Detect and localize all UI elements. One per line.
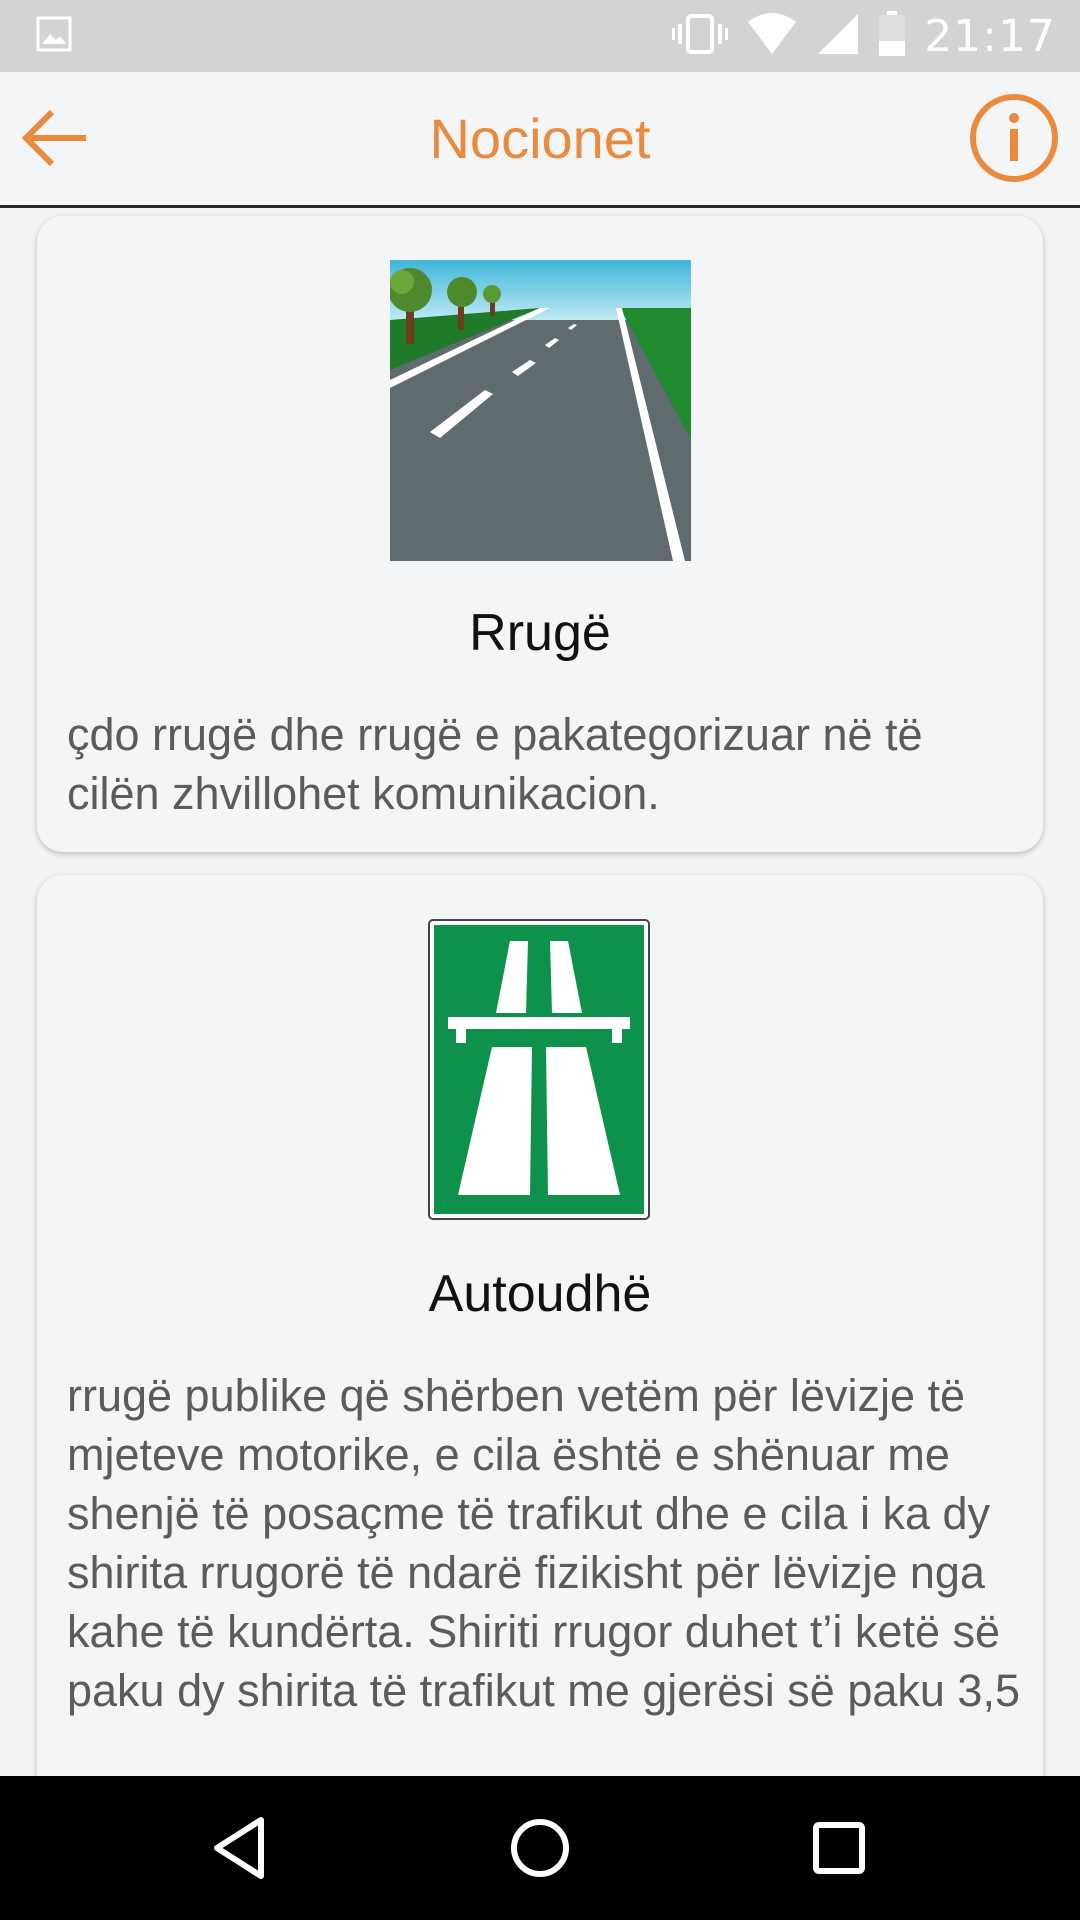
back-triangle-icon: [205, 1817, 277, 1888]
cell-signal-icon: [816, 12, 860, 61]
vibrate-icon: [672, 12, 729, 61]
wifi-icon: [746, 12, 798, 61]
definition-card[interactable]: Autoudhë rrugë publike që shërben vetëm …: [37, 875, 1043, 1776]
status-icons: 21:17: [672, 10, 1056, 62]
image-notification-icon: [36, 16, 72, 57]
recents-square-icon: [803, 1822, 875, 1888]
status-time: 21:17: [924, 10, 1056, 62]
card-title: Autoudhë: [428, 1265, 652, 1323]
definitions-list[interactable]: Rrugë çdo rrugë dhe rrugë e pakategorizu…: [0, 211, 1080, 1776]
info-circle-icon: [969, 93, 1059, 188]
motorway-sign: [428, 919, 650, 1220]
status-bar: 21:17: [0, 0, 1080, 72]
nav-recents-button[interactable]: [803, 1812, 875, 1884]
system-nav-bar: [0, 1776, 1080, 1920]
battery-icon: [878, 10, 906, 62]
info-button[interactable]: [968, 93, 1060, 188]
card-title: Rrugë: [469, 604, 611, 662]
nav-back-button[interactable]: [205, 1812, 277, 1884]
home-circle-icon: [504, 1819, 576, 1888]
card-description: çdo rrugë dhe rrugë e pakategorizuar në …: [67, 709, 923, 819]
arrow-left-icon: [18, 102, 90, 179]
definition-card[interactable]: Rrugë çdo rrugë dhe rrugë e pakategorizu…: [37, 216, 1043, 852]
app-bar: Nocionet: [0, 72, 1080, 208]
back-button[interactable]: [14, 100, 94, 180]
card-description: rrugë publike që shërben vetëm për lëviz…: [67, 1370, 1020, 1716]
page-title: Nocionet: [429, 107, 651, 170]
road-illustration: [388, 260, 691, 561]
nav-home-button[interactable]: [504, 1812, 576, 1884]
